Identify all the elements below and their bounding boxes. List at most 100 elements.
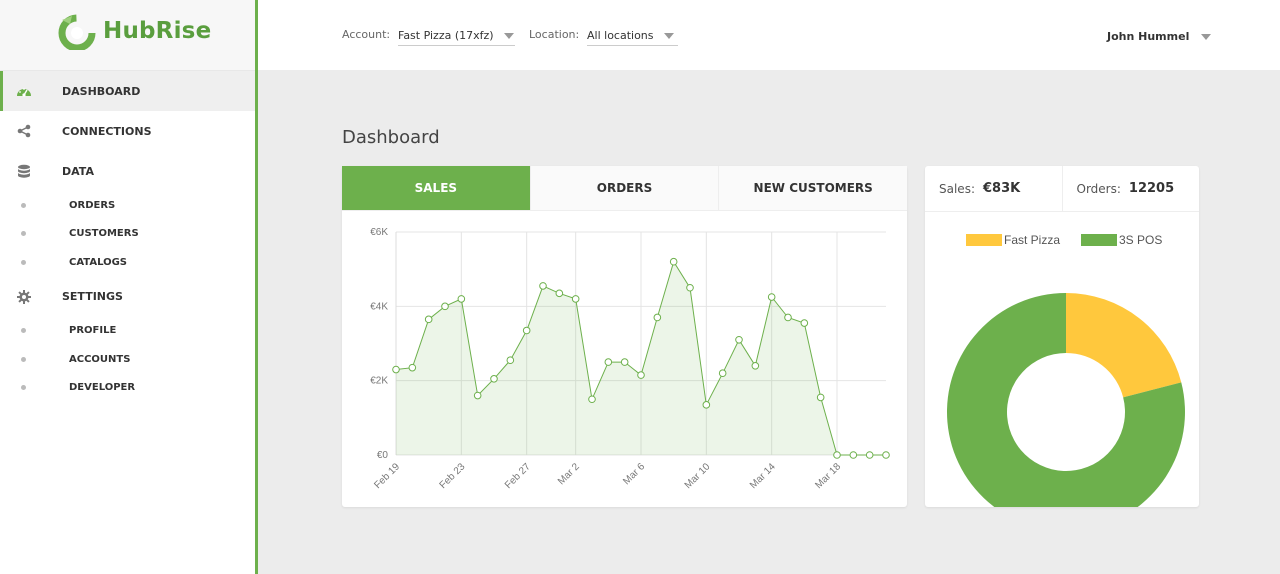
account-value: Fast Pizza (17xfz) [398,29,494,42]
sidebar-subitem-developer[interactable]: DEVELOPER [0,374,255,403]
data-point[interactable] [653,313,662,322]
data-point[interactable] [539,282,547,290]
y-tick-label: €2K [370,376,388,387]
data-point[interactable] [816,393,825,402]
legend-swatch [966,234,1002,246]
orders-stat: Orders: 12205 [1061,166,1200,211]
x-tick-label: Mar 14 [748,461,778,491]
topbar: Account: Fast Pizza (17xfz) Location: Al… [258,0,1280,70]
orders-stat-label: Orders: [1076,181,1121,196]
app-name: HubRise [103,18,212,44]
sidebar-subitem-label: ORDERS [69,199,116,211]
legend-label: 3S POS [1119,233,1162,247]
data-point[interactable] [441,302,449,311]
stats-row: Sales: €83K Orders: 12205 [925,166,1199,212]
sidebar-subitem-label: DEVELOPER [69,382,136,394]
data-point[interactable] [865,451,874,459]
sidebar-subitem-accounts[interactable]: ACCOUNTS [0,345,255,374]
sidebar-nav: DASHBOARD CONNECTIONS DATA ORDERS CUSTOM… [0,71,255,402]
chevron-down-icon [1201,33,1212,40]
data-point[interactable] [457,295,466,303]
sidebar-item-settings[interactable]: SETTINGS [0,277,255,317]
data-point[interactable] [408,363,417,372]
sidebar-subitem-label: ACCOUNTS [69,353,131,365]
tab-new-customers[interactable]: NEW CUSTOMERS [719,166,908,210]
x-tick-label: Feb 19 [372,461,402,491]
data-point[interactable] [392,365,400,374]
sales-stat: Sales: €83K [925,166,1062,211]
sales-stat-label: Sales: [939,181,975,196]
data-point[interactable] [702,401,711,409]
sales-card: SALES ORDERS NEW CUSTOMERS €0 €2K €4K €6K Fe… [342,166,908,507]
legend-swatch [1081,234,1117,246]
sales-chart: €0 €2K €4K €6K Feb 19 Feb 23 Feb 27 Mar 2 Mar 6 M… [370,227,890,491]
sidebar-subitem-label: PROFILE [69,325,117,337]
sidebar-item-connections[interactable]: CONNECTIONS [0,111,255,151]
tab-orders[interactable]: ORDERS [530,166,720,210]
bullet-icon [21,259,26,265]
sidebar-subitem-catalogs[interactable]: CATALOGS [0,248,255,277]
orders-stat-value: 12205 [1128,181,1175,196]
sidebar-subitem-profile[interactable]: PROFILE [0,317,255,346]
share-icon [16,123,32,139]
data-point[interactable] [571,295,580,303]
bullet-icon [21,328,26,334]
data-point[interactable] [849,451,858,459]
sidebar-subitem-customers[interactable]: CUSTOMERS [0,220,255,249]
sidebar-item-label: CONNECTIONS [62,124,152,138]
data-point[interactable] [588,395,596,404]
location-value: All locations [587,29,654,42]
sales-donut-chart: Fast Pizza 3S POS [947,233,1185,507]
data-point[interactable] [882,451,890,459]
legend-label: Fast Pizza [1004,233,1060,247]
user-menu[interactable]: John Hummel [1107,30,1212,43]
data-point[interactable] [669,257,678,266]
data-point[interactable] [686,283,694,292]
database-icon [16,163,32,179]
location-label: Location: [529,28,580,41]
data-point[interactable] [473,391,482,400]
sales-stat-value: €83K [982,181,1021,196]
sidebar-item-dashboard[interactable]: DASHBOARD [0,71,255,111]
data-point[interactable] [767,293,776,301]
data-point[interactable] [718,369,727,378]
donut-slice[interactable] [947,293,1185,507]
data-point[interactable] [604,358,613,366]
data-point[interactable] [800,319,809,327]
x-tick-label: Mar 6 [621,461,647,487]
data-point[interactable] [506,356,515,365]
bullet-icon [21,356,26,362]
data-point[interactable] [620,358,629,366]
donut-slice[interactable] [1066,293,1182,398]
data-point[interactable] [637,371,645,379]
y-tick-label: €6K [370,227,388,238]
data-point[interactable] [735,335,743,344]
sidebar-item-data[interactable]: DATA [0,151,255,191]
bullet-icon [21,202,26,208]
summary-card: Sales: €83K Orders: 12205 Fast Pizza 3S P… [925,166,1199,507]
user-name: John Hummel [1107,30,1190,43]
y-tick-label: €0 [377,450,389,461]
x-tick-label: Feb 27 [503,461,533,491]
bullet-icon [21,385,26,391]
sidebar-subitem-label: CATALOGS [69,256,128,268]
hubrise-logo-icon[interactable] [58,14,96,50]
bullet-icon [21,231,26,237]
data-point[interactable] [555,289,564,298]
account-select[interactable]: Fast Pizza (17xfz) [398,26,515,46]
data-point[interactable] [784,313,792,322]
sidebar-subitem-orders[interactable]: ORDERS [0,191,255,220]
x-tick-label: Mar 10 [683,461,713,491]
data-point[interactable] [751,362,760,370]
y-tick-label: €4K [370,301,388,312]
tab-sales[interactable]: SALES [342,166,531,210]
data-point[interactable] [833,451,841,459]
data-point[interactable] [424,315,433,324]
data-point[interactable] [522,326,531,335]
chart-tabs: SALES ORDERS NEW CUSTOMERS [342,166,908,211]
location-select[interactable]: All locations [587,26,678,46]
gear-icon [16,289,32,305]
data-point[interactable] [490,375,498,383]
sidebar-subitem-label: CUSTOMERS [69,228,139,240]
sidebar-item-label: DATA [62,164,94,178]
